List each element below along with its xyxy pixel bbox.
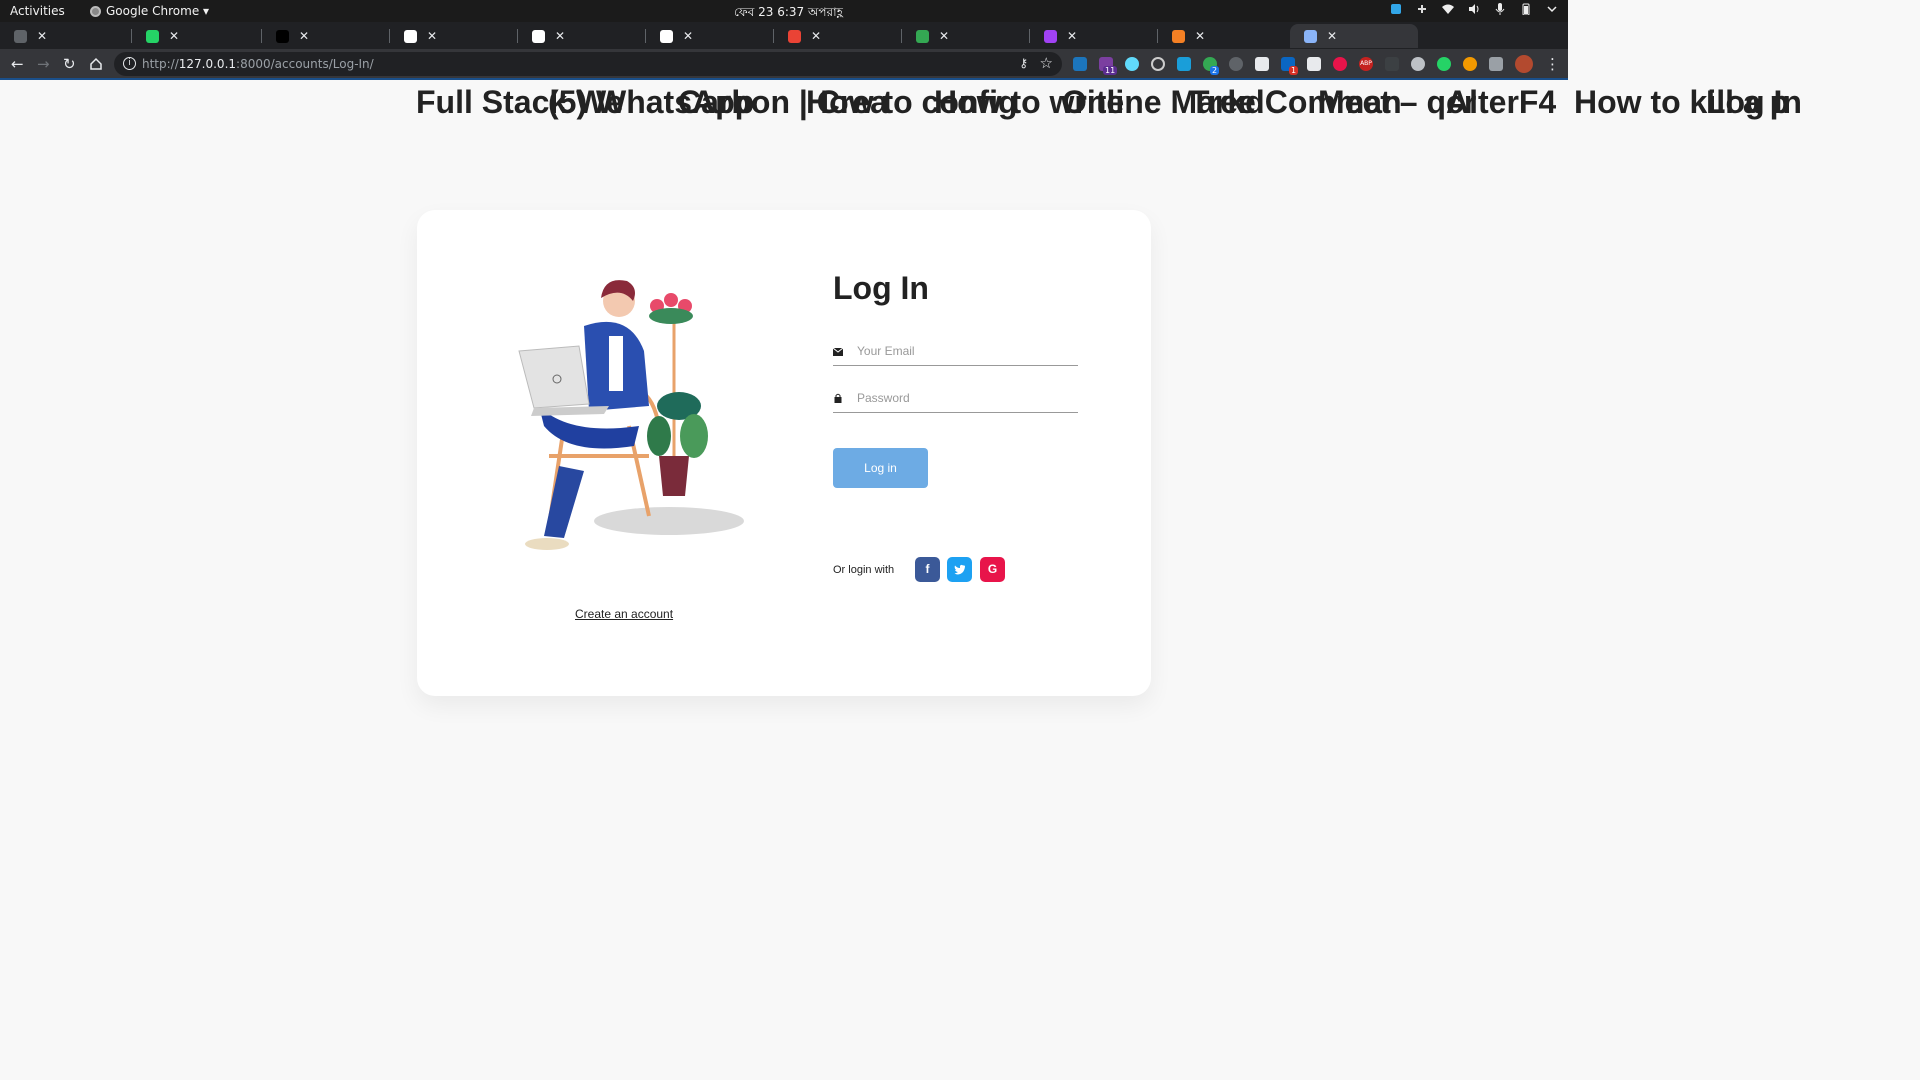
password-input[interactable] (857, 387, 1075, 409)
home-icon[interactable] (89, 57, 103, 71)
network-icon (1391, 4, 1401, 14)
browser-tab[interactable]: Full Stack We ✕ (0, 24, 623, 120)
tab-title: AlterF4 (1446, 84, 1557, 120)
tab-close-icon[interactable]: ✕ (35, 29, 49, 43)
reload-button[interactable]: ↻ (63, 55, 76, 73)
tab-favicon-icon (276, 29, 289, 43)
app-menu-label: Google Chrome ▾ (106, 4, 210, 18)
site-info-icon[interactable]: i (123, 57, 136, 70)
envelope-icon (833, 348, 843, 356)
tab-close-icon[interactable]: ✕ (1325, 29, 1339, 43)
email-input[interactable] (857, 340, 1075, 362)
clock[interactable]: ফেব 23 6:37 অপরাহ্ণ (734, 4, 843, 24)
power-menu-icon (1547, 6, 1557, 13)
email-field (833, 338, 1078, 366)
extension-s-icon[interactable] (1073, 57, 1087, 71)
twitter-login-button[interactable] (947, 557, 972, 582)
profile-avatar[interactable] (1515, 55, 1533, 73)
extension-orange-icon[interactable] (1463, 57, 1477, 71)
extension-recycle-icon[interactable] (1229, 57, 1243, 71)
system-top-bar: Activities Google Chrome ▾ ফেব 23 6:37 অ… (0, 0, 1568, 22)
extension-badge-3: 1 (1289, 66, 1299, 75)
browser-tab[interactable]: Online Markd ✕ (646, 24, 1265, 120)
tab-favicon-icon (404, 29, 417, 43)
system-tray[interactable] (1390, 3, 1558, 15)
person-with-laptop-illustration (518, 280, 744, 550)
lock-icon (834, 393, 842, 403)
battery-icon (1522, 3, 1530, 15)
app-menu[interactable]: Google Chrome ▾ (90, 4, 209, 18)
create-account-link[interactable]: Create an account (575, 607, 673, 621)
chrome-menu-icon[interactable]: ⋮ (1545, 55, 1560, 73)
browser-tab[interactable]: Tree Comman ✕ (774, 24, 1402, 120)
extension-badge-2: 2 (1210, 66, 1220, 75)
wifi-icon (1442, 4, 1454, 14)
tab-favicon-icon (1044, 29, 1057, 43)
browser-tab[interactable]: How to write ✕ (518, 24, 1124, 120)
microphone-icon (1495, 3, 1505, 15)
extension-cursor-icon[interactable] (1385, 57, 1399, 71)
browser-tab[interactable]: Carbon | Crea ✕ (262, 24, 888, 120)
tab-close-icon[interactable]: ✕ (425, 29, 439, 43)
bookmark-star-icon[interactable]: ☆ (1040, 54, 1053, 72)
extension-red-icon[interactable] (1333, 57, 1347, 71)
tab-close-icon[interactable]: ✕ (297, 29, 311, 43)
browser-tab[interactable]: How to config ✕ (390, 24, 1018, 120)
extension-badge: 11 (1103, 66, 1118, 75)
browser-tab[interactable]: Meet – qcr ✕ (902, 24, 1476, 120)
back-button[interactable]: ← (11, 55, 24, 73)
tab-favicon-icon (146, 29, 159, 43)
extension-s2-icon[interactable] (1177, 57, 1191, 71)
volume-icon (1469, 4, 1479, 14)
extension-circle-icon[interactable] (1151, 57, 1165, 71)
google-icon: G (987, 562, 998, 576)
tab-close-icon[interactable]: ✕ (553, 29, 567, 43)
twitter-icon (954, 564, 965, 575)
tab-favicon-icon (1304, 29, 1317, 43)
social-login-label: Or login with (833, 564, 895, 576)
tab-title: Log In (1706, 84, 1802, 120)
tab-close-icon[interactable]: ✕ (1065, 29, 1079, 43)
chrome-icon (90, 5, 101, 17)
react-devtools-icon[interactable] (1125, 57, 1139, 71)
browser-tab[interactable]: (5) WhatsApp ✕ (132, 24, 754, 120)
browser-tab[interactable]: How to kill a p ✕ (1158, 24, 1789, 120)
extension-book-icon[interactable] (1255, 57, 1269, 71)
url-text[interactable]: http://127.0.0.1:8000/accounts/Log-In/ (142, 57, 374, 71)
login-card: Create an account Log In Log in Or login… (417, 210, 1151, 696)
login-button[interactable]: Log in (833, 448, 928, 488)
tab-close-icon[interactable]: ✕ (937, 29, 951, 43)
tab-close-icon[interactable]: ✕ (809, 29, 823, 43)
tab-strip: Full Stack We ✕ (5) WhatsApp ✕ Carbon | Crea… (0, 22, 1802, 120)
tab-close-icon[interactable]: ✕ (1193, 29, 1207, 43)
extension-window-icon[interactable] (1307, 57, 1321, 71)
tab-close-icon[interactable]: ✕ (681, 29, 695, 43)
browser-tab[interactable]: AlterF4 ✕ (1030, 24, 1556, 120)
google-login-button[interactable]: G (980, 557, 1005, 582)
tab-close-icon[interactable]: ✕ (167, 29, 181, 43)
address-bar[interactable]: i http://127.0.0.1:8000/accounts/Log-In/… (114, 52, 1062, 76)
activities-button[interactable]: Activities (10, 4, 65, 18)
page-title: Log In (833, 270, 929, 306)
browser-tab[interactable]: Log In ✕ (1290, 24, 1802, 120)
tab-favicon-icon (14, 29, 27, 43)
tab-favicon-icon (788, 29, 801, 43)
tab-favicon-icon (532, 29, 545, 43)
password-key-icon[interactable]: ⚷ (1019, 56, 1028, 70)
tab-favicon-icon (916, 29, 929, 43)
browser-toolbar: ← → ↻ i http://127.0.0.1:8000/accounts/L… (0, 49, 1568, 80)
facebook-icon: f (925, 562, 930, 576)
extensions-puzzle-icon[interactable] (1489, 57, 1503, 71)
password-field (833, 385, 1078, 413)
slack-icon (1418, 5, 1426, 13)
tab-favicon-icon (660, 29, 673, 43)
tab-favicon-icon (1172, 29, 1185, 43)
adblock-plus-icon[interactable]: ABP (1359, 57, 1373, 71)
facebook-login-button[interactable]: f (915, 557, 940, 582)
forward-button[interactable]: → (37, 55, 50, 73)
extension-globe-icon[interactable] (1411, 57, 1425, 71)
whatsapp-extension-icon[interactable] (1437, 57, 1451, 71)
